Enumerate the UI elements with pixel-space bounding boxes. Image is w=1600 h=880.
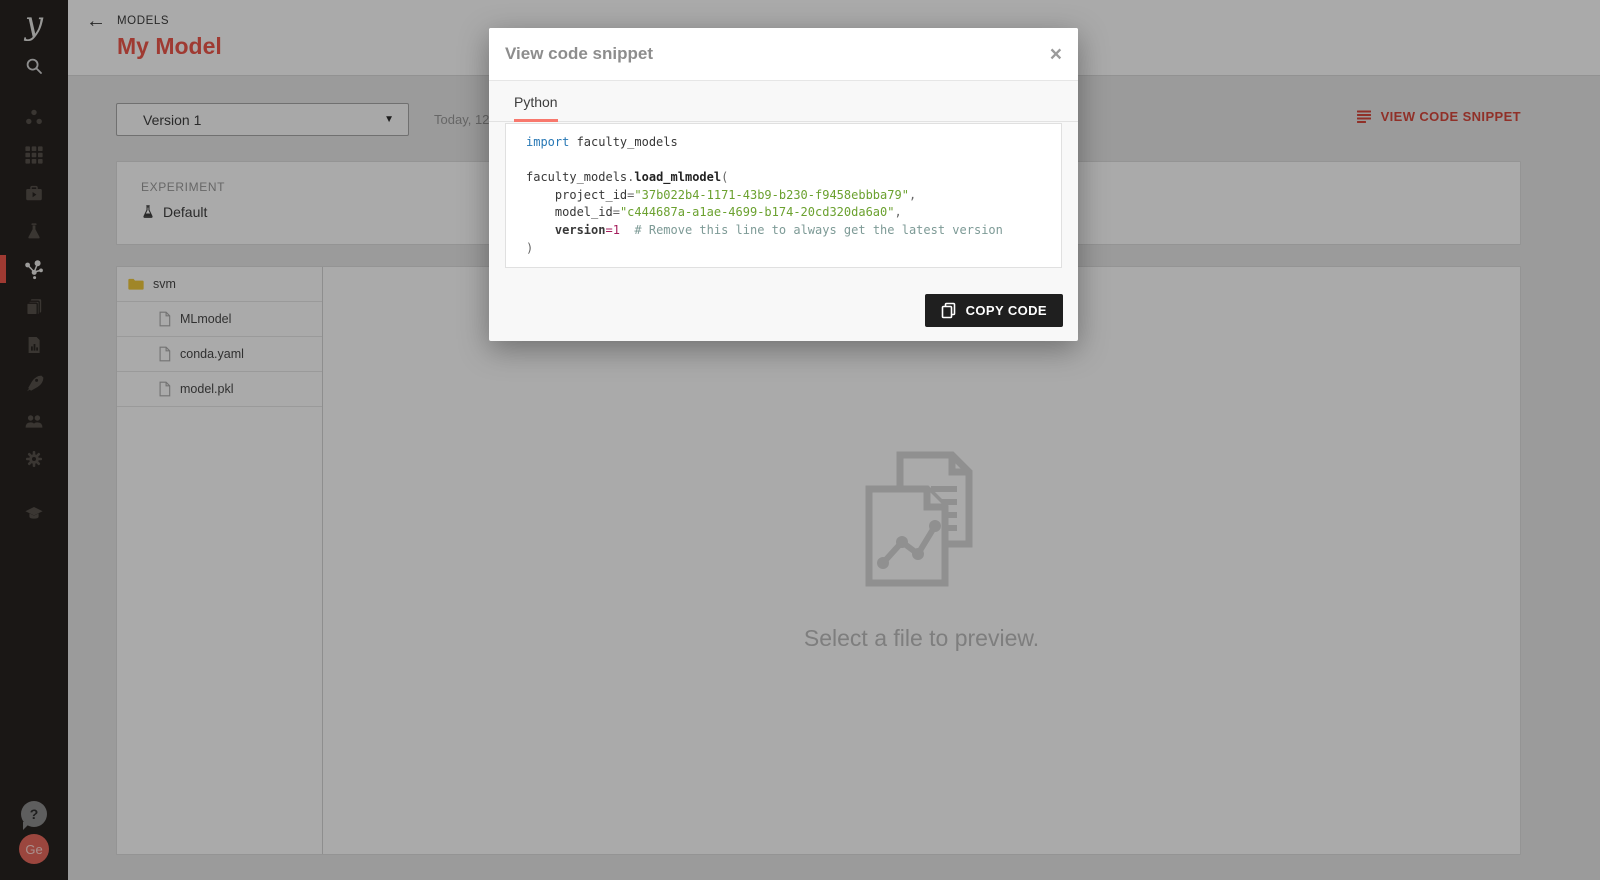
code-block: import faculty_models faculty_models.loa… xyxy=(505,123,1062,268)
copy-code-button[interactable]: COPY CODE xyxy=(925,294,1063,327)
tab-python[interactable]: Python xyxy=(514,94,558,122)
view-code-snippet-modal: View code snippet × Python import facult… xyxy=(489,28,1078,341)
modal-footer: COPY CODE xyxy=(489,268,1078,327)
copy-icon xyxy=(941,302,956,319)
modal-body: Python import faculty_models faculty_mod… xyxy=(489,81,1078,327)
close-icon[interactable]: × xyxy=(1050,44,1062,65)
modal-title: View code snippet xyxy=(505,44,653,64)
modal-header: View code snippet × xyxy=(489,28,1078,81)
modal-tab-bar: Python xyxy=(489,81,1078,122)
copy-code-label: COPY CODE xyxy=(966,303,1047,318)
